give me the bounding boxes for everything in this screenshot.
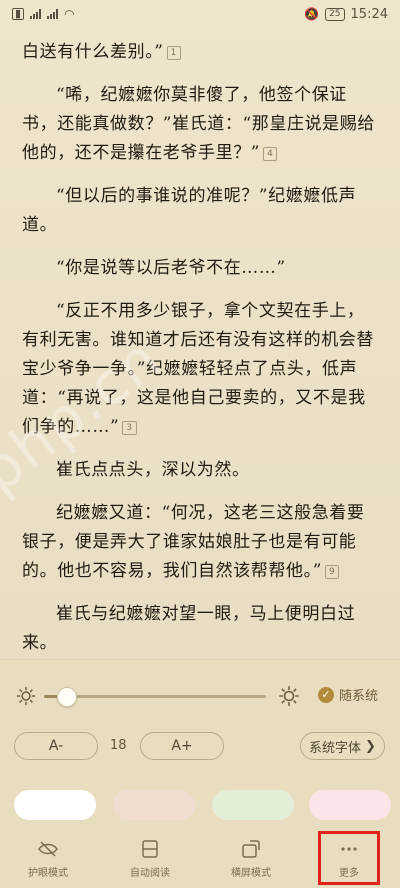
paragraph-text: 白送有什么差别。”	[22, 42, 164, 62]
paragraph-comment-badge[interactable]: 3	[122, 420, 137, 435]
follow-system-toggle[interactable]: ✓ 随系统	[318, 685, 378, 704]
auto-read-icon	[142, 840, 158, 858]
system-font-label: 系统字体	[309, 740, 362, 756]
check-icon: ✓	[318, 686, 334, 703]
nav-eye-protection[interactable]: 护眼模式	[8, 838, 88, 888]
nav-label: 自动阅读	[130, 868, 170, 879]
paragraph-text: 纪嬷嬷又道：“何况，这老三这般急着要银子，便是弄大了谁家姑娘肚子也是有可能的。他…	[22, 503, 365, 581]
follow-system-label: 随系统	[339, 689, 379, 704]
signal-icon	[30, 9, 42, 19]
paragraph-comment-badge[interactable]: 1	[166, 45, 181, 60]
rotate-screen-icon	[242, 840, 260, 858]
theme-row	[0, 790, 400, 820]
text-paragraph: 崔氏与纪嬷嬷对望一眼，马上便明白过来。	[22, 600, 382, 658]
text-paragraph: “但以后的事谁说的准呢？”纪嬷嬷低声道。	[22, 182, 382, 240]
clock: 15:24	[350, 6, 388, 22]
brightness-high-icon	[279, 686, 299, 706]
theme-swatch-light-pink[interactable]	[309, 790, 391, 820]
system-font-button[interactable]: 系统字体 ❯	[300, 732, 385, 760]
brightness-low-icon	[16, 686, 36, 706]
text-paragraph: “反正不用多少银子，拿个文契在手上，有利无害。谁知道才后还有没有这样的机会替宝少…	[22, 297, 382, 442]
nav-label: 横屏模式	[231, 868, 271, 879]
theme-swatch-pink-beige[interactable]	[113, 790, 195, 820]
paragraph-text: “唏，纪嬷嬷你莫非傻了，他签个保证书，还能真做数？”崔氏道：“那皇庄说是赐给他的…	[22, 85, 375, 163]
text-paragraph: “你是说等以后老爷不在……”	[22, 254, 382, 283]
text-paragraph: 崔氏点点头，深以为然。	[22, 456, 382, 485]
brightness-slider[interactable]	[44, 687, 266, 707]
status-bar: ▮ ◠ 🔕 25 15:24	[0, 0, 400, 28]
nav-label: 护眼模式	[28, 868, 68, 879]
chevron-right-icon: ❯	[365, 738, 376, 754]
nav-landscape[interactable]: 横屏模式	[211, 838, 291, 888]
text-paragraph: 纪嬷嬷又道：“何况，这老三这般急着要银子，便是弄大了谁家姑娘肚子也是有可能的。他…	[22, 499, 382, 586]
paragraph-text: 崔氏点点头，深以为然。	[56, 460, 250, 480]
eye-off-icon	[38, 841, 58, 857]
brightness-slider-fill	[44, 695, 58, 698]
paragraph-text: “反正不用多少银子，拿个文契在手上，有利无害。谁知道才后还有没有这样的机会替宝少…	[22, 301, 374, 437]
font-decrease-button[interactable]: A-	[14, 732, 98, 760]
signal-icon	[47, 9, 59, 19]
text-paragraph: “唏，纪嬷嬷你莫非傻了，他签个保证书，还能真做数？”崔氏道：“那皇庄说是赐给他的…	[22, 81, 382, 168]
mute-icon: 🔕	[304, 7, 320, 21]
wifi-icon: ◠	[64, 7, 75, 21]
more-highlight-box	[318, 831, 380, 885]
reading-content[interactable]: 白送有什么差别。” 1 “唏，纪嬷嬷你莫非傻了，他签个保证书，还能真做数？”崔氏道：…	[22, 38, 382, 715]
font-size-row: A- 18 A+ 系统字体 ❯	[0, 732, 400, 762]
paragraph-text: “但以后的事谁说的准呢？”纪嬷嬷低声道。	[22, 186, 357, 235]
font-increase-button[interactable]: A+	[140, 732, 224, 760]
text-paragraph: 白送有什么差别。” 1	[22, 38, 382, 67]
sim-icon: ▮	[12, 8, 25, 20]
font-size-value: 18	[110, 738, 127, 753]
theme-swatch-white[interactable]	[14, 790, 96, 820]
paragraph-comment-badge[interactable]: 9	[325, 564, 340, 579]
reader-screen: ▮ ◠ 🔕 25 15:24 白送有什么差别。” 1 “唏，纪嬷嬷你莫非傻了，他签个…	[0, 0, 400, 888]
theme-swatch-light-green[interactable]	[212, 790, 294, 820]
paragraph-comment-badge[interactable]: 4	[263, 146, 278, 161]
brightness-slider-thumb[interactable]	[57, 687, 78, 707]
paragraph-text: 崔氏与纪嬷嬷对望一眼，马上便明白过来。	[22, 604, 356, 653]
paragraph-text: “你是说等以后老爷不在……”	[56, 258, 286, 278]
brightness-row: ✓ 随系统	[0, 682, 400, 710]
nav-auto-read[interactable]: 自动阅读	[110, 838, 190, 888]
battery-icon: 25	[325, 7, 345, 21]
